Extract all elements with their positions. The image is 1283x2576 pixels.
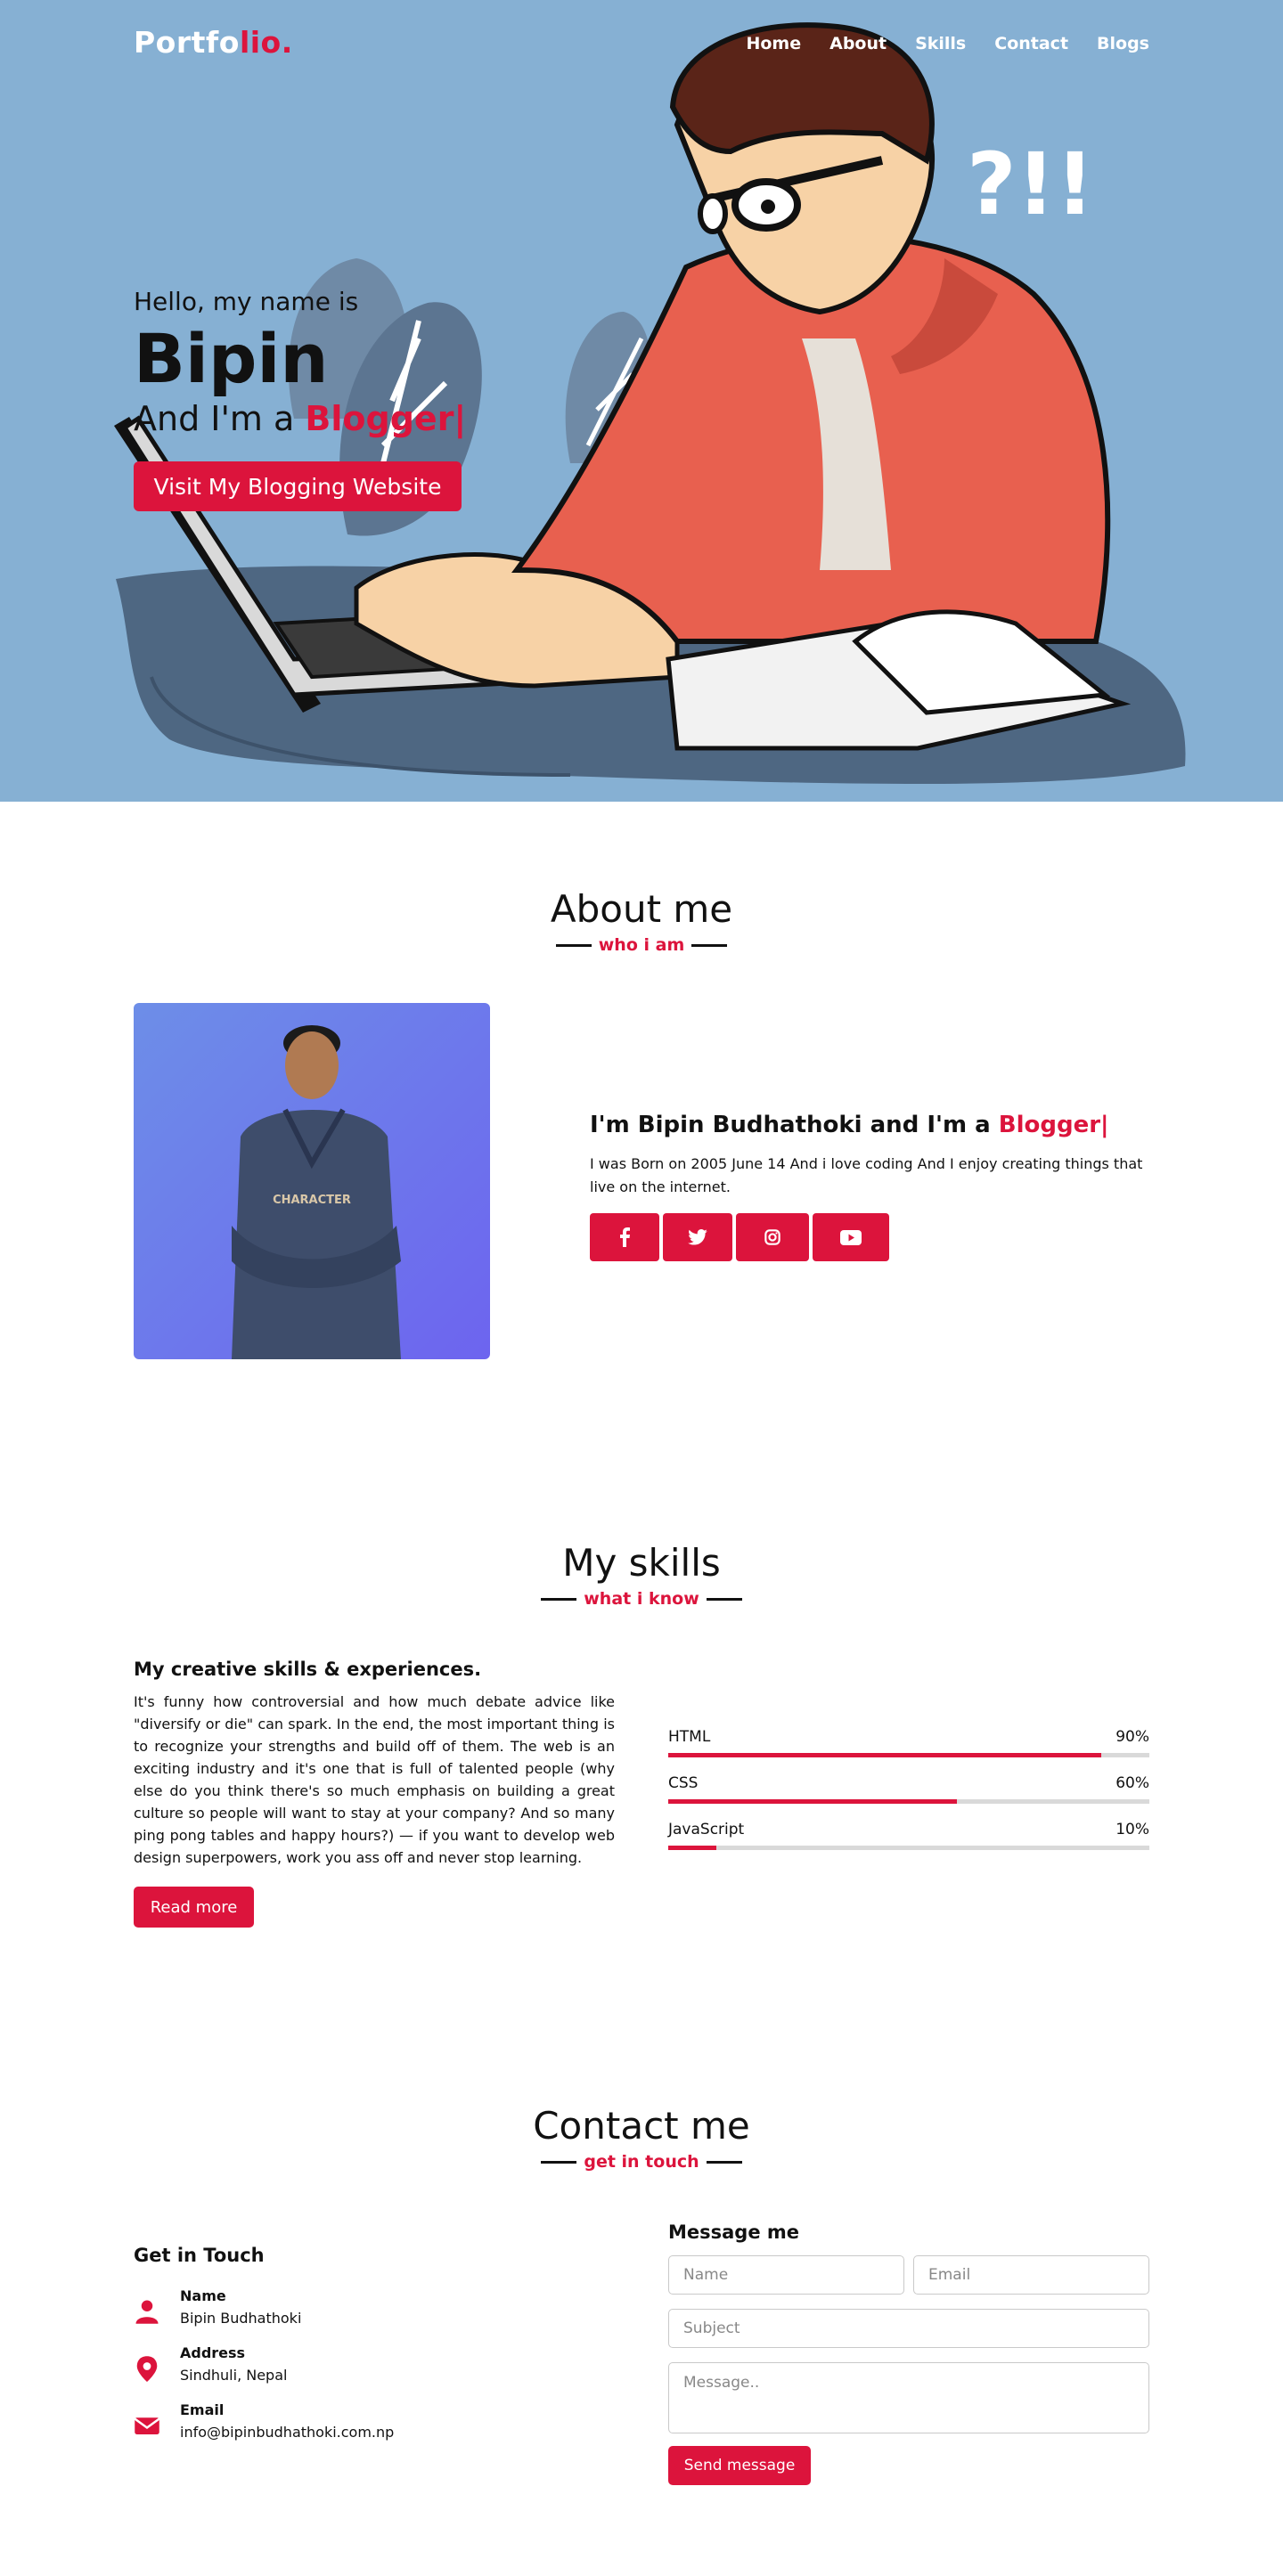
skill-name: JavaScript: [668, 1821, 745, 1838]
contact-title: Contact me: [533, 2104, 750, 2148]
name-input[interactable]: [668, 2255, 904, 2295]
nav-contact[interactable]: Contact: [994, 34, 1068, 53]
contact-name-row: Name Bipin Budhathoki: [134, 2287, 301, 2327]
send-message-button[interactable]: Send message: [668, 2446, 811, 2485]
about-title: About me: [550, 887, 733, 931]
contact-name-value: Bipin Budhathoki: [180, 2310, 302, 2327]
skill-bar-javascript: JavaScript 10%: [668, 1821, 1149, 1850]
skills-subtitle: what i know: [0, 1589, 1283, 1609]
skill-fill: [668, 1753, 1101, 1757]
hero-role: And I'm a Blogger|: [134, 399, 466, 438]
nav-skills[interactable]: Skills: [915, 34, 966, 53]
contact-email-row: Email info@bipinbudhathoki.com.np: [134, 2401, 394, 2441]
contact-subtitle: get in touch: [0, 2152, 1283, 2172]
social-links: [590, 1213, 889, 1261]
skills-title: My skills: [562, 1541, 721, 1585]
skill-track: [668, 1753, 1149, 1757]
contact-email-label: Email: [180, 2401, 225, 2418]
about-subtitle-text: who i am: [598, 935, 685, 955]
read-more-button[interactable]: Read more: [134, 1887, 254, 1928]
main-nav: Home About Skills Contact Blogs: [746, 34, 1149, 53]
divider-line: [541, 1597, 577, 1601]
hero-section: ?!! Portfolio. Home About Skills Contact…: [0, 0, 1283, 802]
exclaim-text: ?!!: [967, 135, 1094, 234]
nav-home[interactable]: Home: [746, 34, 801, 53]
twitter-button[interactable]: [663, 1213, 732, 1261]
skill-track: [668, 1799, 1149, 1804]
skill-bar-css: CSS 60%: [668, 1774, 1149, 1804]
profile-photo: CHARACTER: [134, 1003, 490, 1359]
divider-line: [706, 1597, 742, 1601]
skills-text: It's funny how controversial and how muc…: [134, 1693, 615, 1866]
nav-blogs[interactable]: Blogs: [1097, 34, 1149, 53]
hero-greeting: Hello, my name is: [134, 287, 359, 316]
contact-subtitle-text: get in touch: [584, 2152, 699, 2172]
skills-heading: My creative skills & experiences.: [134, 1659, 482, 1680]
facebook-icon: [620, 1227, 630, 1247]
about-heading: I'm Bipin Budhathoki and I'm a Blogger|: [590, 1112, 1109, 1138]
divider-line: [691, 943, 728, 947]
skill-percent: 90%: [1115, 1728, 1149, 1746]
message-heading: Message me: [668, 2221, 800, 2243]
skill-name: HTML: [668, 1728, 711, 1746]
divider-line: [555, 943, 592, 947]
nav-about[interactable]: About: [829, 34, 887, 53]
logo-main: Portfo: [134, 25, 240, 60]
youtube-icon: [840, 1229, 862, 1245]
about-heading-typed: Blogger|: [998, 1112, 1109, 1138]
contact-address-row: Address Sindhuli, Nepal: [134, 2344, 287, 2384]
contact-address-label: Address: [180, 2344, 246, 2361]
visit-blog-button[interactable]: Visit My Blogging Website: [134, 461, 462, 511]
photo-shirt-text: CHARACTER: [273, 1194, 351, 1207]
skill-fill: [668, 1846, 716, 1850]
instagram-button[interactable]: [736, 1213, 809, 1261]
skill-track: [668, 1846, 1149, 1850]
instagram-icon: [764, 1229, 780, 1245]
twitter-icon: [688, 1229, 707, 1245]
hero-role-typed: Blogger|: [305, 399, 467, 438]
hero-name: Bipin: [134, 319, 329, 398]
subject-input[interactable]: [668, 2309, 1149, 2348]
youtube-button[interactable]: [813, 1213, 889, 1261]
contact-name-label: Name: [180, 2287, 226, 2304]
envelope-icon: [134, 2417, 160, 2434]
divider-line: [541, 2160, 577, 2164]
skill-percent: 10%: [1115, 1821, 1149, 1838]
skill-name: CSS: [668, 1774, 699, 1792]
skill-bar-html: HTML 90%: [668, 1728, 1149, 1757]
user-icon: [135, 2300, 159, 2324]
contact-address-value: Sindhuli, Nepal: [180, 2367, 288, 2384]
skills-subtitle-text: what i know: [584, 1589, 699, 1609]
logo[interactable]: Portfolio.: [134, 25, 293, 60]
skill-fill: [668, 1799, 957, 1804]
about-heading-prefix: I'm Bipin Budhathoki and I'm a: [590, 1112, 991, 1138]
map-marker-icon: [136, 2356, 158, 2382]
message-textarea[interactable]: [668, 2362, 1149, 2433]
facebook-button[interactable]: [590, 1213, 659, 1261]
divider-line: [706, 2160, 742, 2164]
logo-accent: lio.: [239, 25, 293, 60]
get-in-touch-heading: Get in Touch: [134, 2245, 265, 2266]
skill-percent: 60%: [1115, 1774, 1149, 1792]
contact-email-value: info@bipinbudhathoki.com.np: [180, 2424, 395, 2441]
hero-role-prefix: And I'm a: [134, 399, 295, 438]
about-text: I was Born on 2005 June 14 And i love co…: [590, 1155, 1143, 1195]
about-subtitle: who i am: [0, 935, 1283, 955]
email-input[interactable]: [913, 2255, 1149, 2295]
